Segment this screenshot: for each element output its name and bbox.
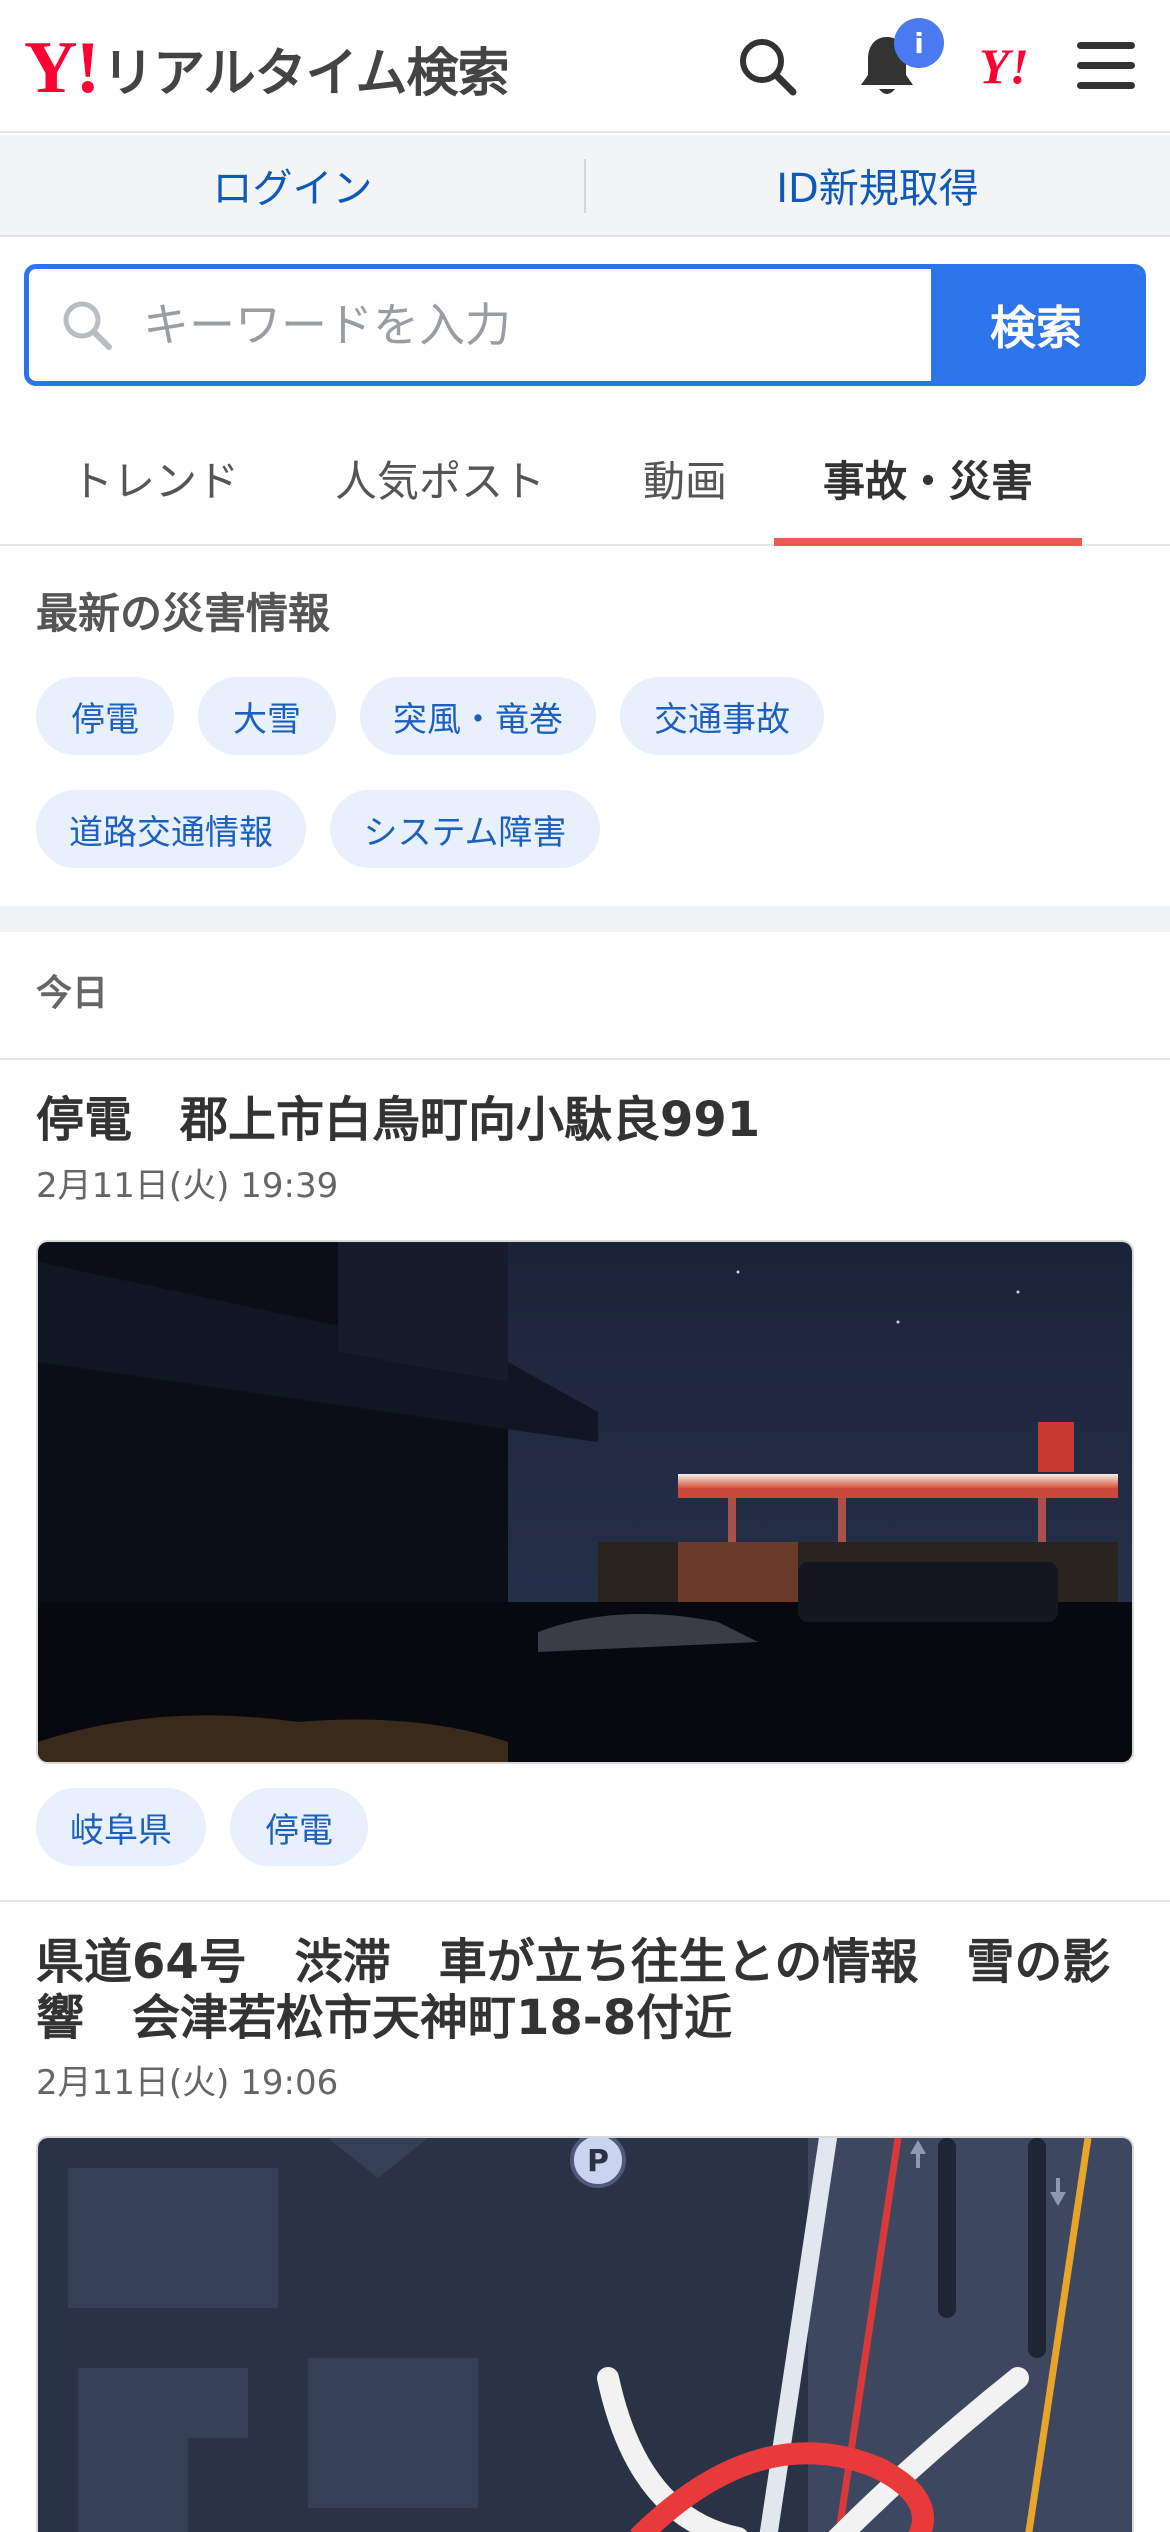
notification-badge: i: [894, 18, 944, 68]
search-input[interactable]: [143, 298, 883, 352]
chip-power-outage[interactable]: 停電: [36, 677, 174, 755]
disaster-section-title: 最新の災害情報: [36, 589, 331, 638]
search-field[interactable]: [29, 269, 931, 381]
chip-gust-tornado[interactable]: 突風・竜巻: [360, 677, 596, 755]
date-group-label: 今日: [36, 973, 109, 1014]
chip-road-traffic[interactable]: 道路交通情報: [36, 790, 306, 868]
divider: [0, 1058, 1170, 1060]
category-tabs: トレンド 人気ポスト 動画 事故・災害: [0, 410, 1170, 546]
post-date: 2月11日(火) 19:06: [36, 2063, 339, 2103]
post-date: 2月11日(火) 19:39: [36, 1166, 339, 1206]
chip-system-failure[interactable]: システム障害: [330, 790, 600, 868]
search-icon[interactable]: [731, 30, 803, 102]
yahoo-top-icon[interactable]: Y!: [968, 30, 1040, 102]
divider: [0, 1900, 1170, 1902]
tag-power-outage[interactable]: 停電: [230, 1788, 368, 1866]
logo-text: リアルタイム検索: [102, 43, 509, 104]
search-button[interactable]: 検索: [931, 269, 1141, 381]
hamburger-menu-icon[interactable]: [1070, 30, 1142, 102]
divider: [584, 159, 586, 213]
parking-marker-icon: P: [570, 2138, 626, 2188]
post-title[interactable]: 県道64号 渋滞 車が立ち往生との情報 雪の影響 会津若松市天神町18-8付近: [36, 1934, 1136, 2046]
search-box: 検索: [24, 264, 1146, 386]
section-separator: [0, 906, 1170, 932]
post-map-image[interactable]: P: [36, 2136, 1134, 2532]
chip-heavy-snow[interactable]: 大雪: [198, 677, 336, 755]
yahoo-mark: Y!: [979, 38, 1029, 94]
yahoo-logo-mark: Y!: [24, 27, 100, 109]
tab-video[interactable]: 動画: [620, 410, 750, 546]
tab-trend[interactable]: トレンド: [50, 410, 260, 546]
tag-gifu[interactable]: 岐阜県: [36, 1788, 206, 1866]
search-field-icon: [63, 301, 112, 350]
signup-link[interactable]: ID新規取得: [585, 135, 1170, 235]
parking-marker-label: P: [587, 2144, 609, 2179]
chip-traffic-accident[interactable]: 交通事故: [620, 677, 824, 755]
post-photo[interactable]: [36, 1240, 1134, 1764]
app-header: Y! リアルタイム検索 i Y!: [0, 0, 1170, 133]
tab-accident-disaster[interactable]: 事故・災害: [774, 410, 1082, 546]
post-title[interactable]: 停電 郡上市白鳥町向小駄良991: [36, 1092, 1136, 1148]
tab-popular-posts[interactable]: 人気ポスト: [320, 410, 560, 546]
login-link[interactable]: ログイン: [0, 135, 585, 235]
account-bar: ログイン ID新規取得: [0, 135, 1170, 237]
yahoo-realtime-logo[interactable]: Y! リアルタイム検索: [24, 27, 510, 109]
